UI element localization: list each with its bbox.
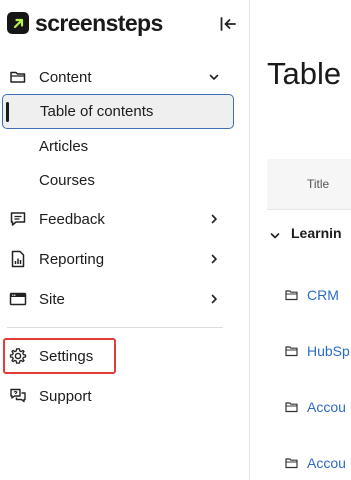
row-title-link[interactable]: CRM	[307, 287, 339, 303]
feedback-icon	[10, 212, 26, 226]
chevron-right-icon	[211, 214, 217, 224]
folder-icon	[285, 290, 298, 301]
chevron-right-icon	[211, 294, 217, 304]
sidebar-item-label: Feedback	[39, 210, 105, 228]
collapse-sidebar-icon	[220, 17, 236, 31]
logo[interactable]: screensteps	[7, 10, 163, 36]
reporting-icon	[11, 250, 25, 268]
folder-icon	[285, 346, 298, 357]
logo-text: screensteps	[35, 10, 163, 36]
sidebar-item-label: Site	[39, 290, 65, 308]
site-icon	[9, 292, 27, 306]
sidebar-divider	[7, 327, 223, 328]
settings-highlight-box	[3, 338, 116, 374]
sidebar-item-content[interactable]: Content	[0, 60, 235, 94]
column-header-title[interactable]: Title	[307, 177, 329, 191]
sidebar-item-table-of-contents[interactable]: Table of contents	[2, 94, 234, 129]
sidebar-item-courses[interactable]: Courses	[0, 163, 235, 197]
chevron-down-icon	[270, 233, 280, 239]
sidebar-item-feedback[interactable]: Feedback	[0, 202, 235, 236]
sidebar-item-articles[interactable]: Articles	[0, 129, 235, 163]
row-title-link[interactable]: Accou	[307, 455, 346, 471]
sidebar-item-label: Table of contents	[40, 103, 154, 120]
chevron-down-icon	[209, 74, 219, 80]
folder-icon	[10, 71, 26, 83]
logo-icon	[7, 12, 29, 34]
row-title-link[interactable]: HubSp	[307, 343, 350, 359]
row-title-link[interactable]: Accou	[307, 399, 346, 415]
page-title: Table c	[267, 56, 351, 91]
sidebar-item-label: Articles	[39, 137, 89, 155]
main-content: Table c Title Learnin CRM HubSp Accou	[250, 0, 351, 480]
sidebar-item-label: Reporting	[39, 250, 105, 268]
table-header: Title	[267, 159, 351, 210]
sidebar-item-label: Support	[39, 387, 92, 405]
sidebar-item-site[interactable]: Site	[0, 282, 235, 316]
table-row[interactable]: CRM	[267, 286, 351, 306]
table-row[interactable]: Accou	[267, 398, 351, 418]
table-row[interactable]: HubSp	[267, 342, 351, 362]
table-row[interactable]: Accou	[267, 454, 351, 474]
folder-icon	[285, 402, 298, 413]
sidebar-item-support[interactable]: Support	[0, 379, 235, 413]
selection-indicator	[6, 102, 9, 122]
sidebar-item-label: Courses	[39, 171, 95, 189]
folder-icon	[285, 458, 298, 469]
sidebar-item-label: Content	[39, 68, 92, 86]
sidebar-item-reporting[interactable]: Reporting	[0, 242, 235, 276]
collapse-sidebar-button[interactable]	[218, 14, 238, 34]
support-icon	[10, 388, 26, 403]
sidebar: screensteps Content Table of contents Ar…	[0, 0, 250, 480]
group-label: Learnin	[291, 225, 342, 241]
chevron-right-icon	[211, 254, 217, 264]
